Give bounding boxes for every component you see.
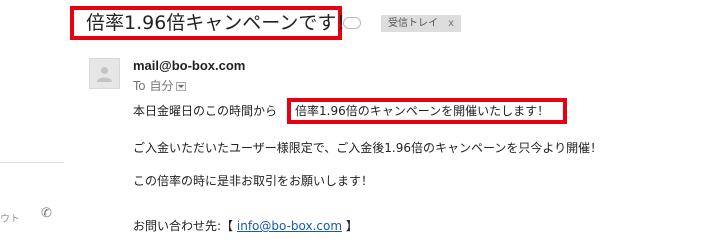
body-line-1-prefix: 本日金曜日のこの時間から — [133, 104, 278, 118]
email-subject: 倍率1.96倍キャンペーンです！ — [86, 12, 356, 34]
recipient-name: 自分 — [149, 79, 174, 93]
inbox-label-text: 受信トレイ — [388, 18, 438, 29]
inbox-label-chip[interactable]: 受信トレイ x — [381, 15, 461, 32]
body-line-2: ご入金いただいたユーザー様限定で、ご入金後1.96倍のキャンペーンを只今より開催… — [133, 141, 603, 155]
left-pane-divider — [0, 162, 64, 163]
phone-icon[interactable]: ✆ — [41, 207, 55, 221]
left-pane-fragment[interactable]: ウト — [0, 210, 20, 225]
contact-email-link[interactable]: info@bo-box.com — [237, 219, 342, 233]
recipient-line: To 自分 — [133, 77, 187, 94]
contact-line: お問い合わせ先:【 info@bo-box.com 】 — [133, 217, 358, 234]
person-icon — [97, 67, 112, 82]
body-line-1-highlight: 倍率1.96倍のキャンペーンを開催いたします！ — [295, 104, 550, 118]
recipient-prefix: To — [133, 79, 146, 93]
contact-close: 】 — [345, 219, 358, 233]
contact-label: お問い合わせ先:【 — [133, 219, 234, 233]
sender-avatar — [89, 58, 120, 89]
important-marker-icon[interactable] — [343, 17, 361, 29]
sender-email[interactable]: mail@bo-box.com — [133, 58, 245, 73]
body-line-3: この倍率の時に是非お取引をお願いします！ — [133, 174, 374, 188]
remove-label-button[interactable]: x — [448, 15, 454, 32]
chevron-down-icon[interactable] — [176, 82, 187, 91]
